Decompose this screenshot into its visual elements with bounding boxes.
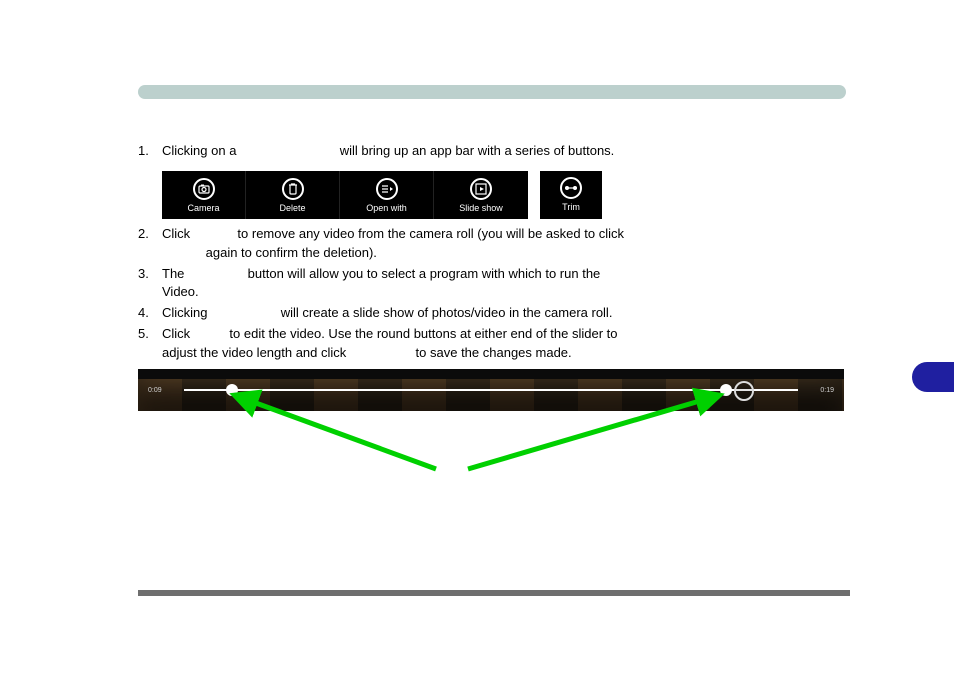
- header-rule: [138, 85, 846, 99]
- step-number: 2.: [138, 225, 162, 244]
- footer-rule: [138, 590, 850, 596]
- appbar-label: Slide show: [459, 203, 503, 213]
- appbar-label: Open with: [366, 203, 407, 213]
- trim-slider-figure: 0:09 0:19: [138, 369, 844, 427]
- content-block: 1. Clicking on a will bring up an app ba…: [138, 142, 846, 427]
- text: Click: [162, 226, 190, 241]
- step-body: Clicking will create a slide show of pho…: [162, 304, 846, 323]
- step-5: 5. Click to edit the video. Use the roun…: [138, 325, 846, 363]
- text: will create a slide show of photos/video…: [281, 305, 613, 320]
- step-number: 3.: [138, 265, 162, 284]
- step-1: 1. Clicking on a will bring up an app ba…: [138, 142, 846, 161]
- appbar-openwith[interactable]: Open with: [340, 171, 434, 219]
- step-2: 2. Click to remove any video from the ca…: [138, 225, 846, 263]
- step-4: 4. Clicking will create a slide show of …: [138, 304, 846, 323]
- step-number: 4.: [138, 304, 162, 323]
- appbar-label: Delete: [279, 203, 305, 213]
- text: Clicking on a: [162, 143, 236, 158]
- step-body: Click to edit the video. Use the round b…: [162, 325, 846, 363]
- trim-handles-icon: [560, 177, 582, 199]
- appbar-figure: Camera Delete Open with: [162, 171, 846, 219]
- step-number: 5.: [138, 325, 162, 344]
- step-3: 3. The button will allow you to select a…: [138, 265, 846, 303]
- appbar-camera[interactable]: Camera: [162, 171, 246, 219]
- text: Video.: [162, 284, 199, 299]
- side-tab-pill[interactable]: [912, 362, 954, 392]
- text: to edit the video. Use the round buttons…: [229, 326, 617, 341]
- text: will bring up an app bar with a series o…: [340, 143, 615, 158]
- step-body: The button will allow you to select a pr…: [162, 265, 846, 303]
- text: Click: [162, 326, 190, 341]
- step-body: Click to remove any video from the camer…: [162, 225, 846, 263]
- play-box-icon: [470, 178, 492, 200]
- text: button will allow you to select a progra…: [248, 266, 601, 281]
- text: to remove any video from the camera roll…: [237, 226, 624, 241]
- step-number: 1.: [138, 142, 162, 161]
- text: Clicking: [162, 305, 208, 320]
- instruction-list-cont: 2. Click to remove any video from the ca…: [138, 225, 846, 363]
- text: The: [162, 266, 184, 281]
- document-page: 1. Clicking on a will bring up an app ba…: [0, 0, 954, 673]
- appbar-trim[interactable]: Trim: [540, 171, 602, 219]
- callout-arrows: [138, 369, 844, 489]
- appbar-label: Trim: [562, 202, 580, 212]
- step-body: Clicking on a will bring up an app bar w…: [162, 142, 846, 161]
- list-arrow-icon: [376, 178, 398, 200]
- instruction-list: 1. Clicking on a will bring up an app ba…: [138, 142, 846, 161]
- appbar-main: Camera Delete Open with: [162, 171, 528, 219]
- text: again to confirm the deletion).: [206, 245, 377, 260]
- appbar-delete[interactable]: Delete: [246, 171, 340, 219]
- text: to save the changes made.: [416, 345, 572, 360]
- appbar-slideshow[interactable]: Slide show: [434, 171, 528, 219]
- camera-icon: [193, 178, 215, 200]
- trash-icon: [282, 178, 304, 200]
- text: adjust the video length and click: [162, 345, 346, 360]
- appbar-label: Camera: [187, 203, 219, 213]
